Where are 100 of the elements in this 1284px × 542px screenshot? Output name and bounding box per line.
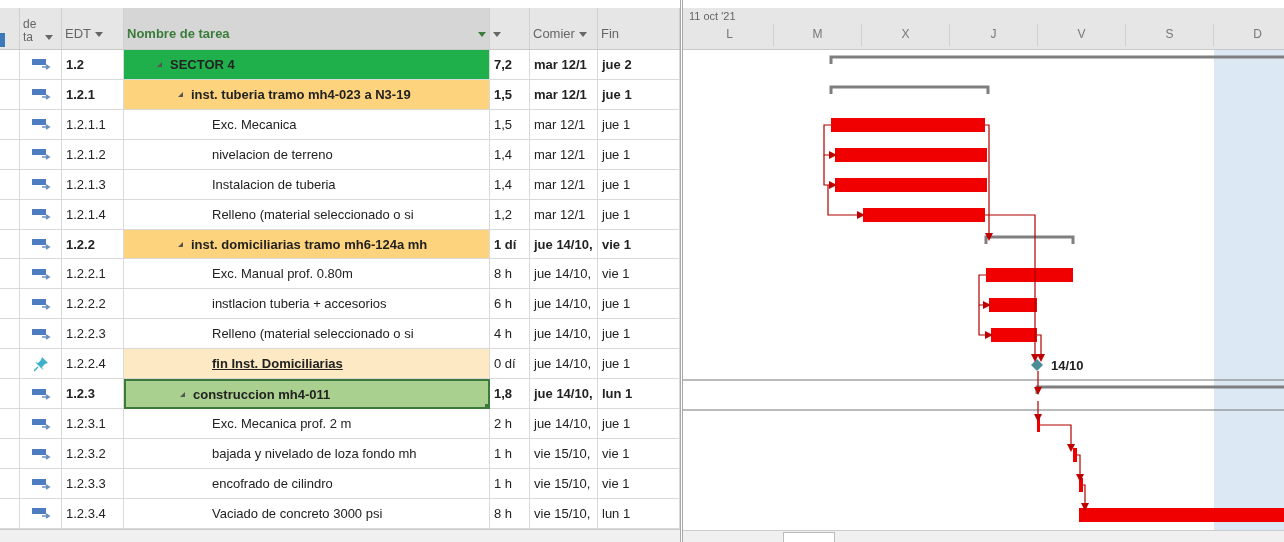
wbs-cell: 1.2.2.2 (62, 289, 124, 320)
column-header[interactable]: Fin (598, 8, 680, 49)
timescale-day: V (1038, 24, 1126, 46)
task-name: encofrado de cilindro (212, 476, 333, 491)
timescale-day: J (950, 24, 1038, 46)
task-name-cell[interactable]: Exc. Manual prof. 0.80m (124, 259, 490, 290)
link-arrow (823, 124, 837, 159)
link-arrow (1034, 400, 1042, 422)
task-name-cell[interactable]: SECTOR 4 (124, 49, 490, 80)
timescale-week: 11 oct '21 (688, 9, 737, 24)
task-name-cell[interactable]: Vaciado de concreto 3000 psi (124, 499, 490, 529)
duration-cell: 1 h (490, 439, 530, 470)
task-name-cell[interactable]: instlacion tuberia + accesorios (124, 289, 490, 320)
duration-cell: 8 h (490, 259, 530, 290)
task-name-cell[interactable]: inst. tuberia tramo mh4-023 a N3-19 (124, 79, 490, 110)
task-bar[interactable] (863, 208, 985, 222)
task-bar[interactable] (986, 268, 1073, 282)
task-bar[interactable] (1079, 478, 1083, 492)
task-name: fin Inst. Domiciliarias (212, 356, 343, 372)
dropdown-arrow-icon[interactable] (493, 31, 501, 37)
info-icon (0, 32, 5, 47)
task-name-cell[interactable]: Relleno (material seleccionado o si (124, 199, 490, 230)
task-name-cell[interactable]: encofrado de cilindro (124, 469, 490, 499)
start-cell: jue 14/10, (530, 319, 598, 350)
finish-cell: vie 1 (598, 439, 680, 470)
start-cell: mar 12/1 (530, 49, 598, 80)
task-bar[interactable] (1073, 448, 1077, 462)
duration-cell: 8 h (490, 499, 530, 529)
timescale-day: L (686, 24, 774, 46)
task-name: Instalacion de tuberia (212, 176, 336, 192)
task-bar[interactable] (989, 298, 1037, 312)
wbs-cell: 1.2.1.3 (62, 169, 124, 200)
wbs-cell: 1.2.2.3 (62, 319, 124, 350)
milestone-diamond[interactable] (1031, 359, 1043, 371)
task-name-cell[interactable]: Exc. Mecanica prof. 2 m (124, 409, 490, 440)
wbs-cell: 1.2.3.2 (62, 439, 124, 470)
duration-cell: 1,2 (490, 199, 530, 230)
horizontal-scrollbar[interactable] (683, 530, 1284, 542)
start-cell: vie 15/10, (530, 469, 598, 499)
task-name-cell[interactable]: construccion mh4-011 (124, 379, 490, 410)
task-name: instlacion tuberia + accesorios (212, 296, 387, 312)
task-name: Exc. Mecanica prof. 2 m (212, 416, 352, 432)
duration-cell: 4 h (490, 319, 530, 350)
summary-bar[interactable] (1035, 385, 1284, 394)
column-header[interactable]: Comier (530, 8, 598, 49)
wbs-cell: 1.2.1.1 (62, 109, 124, 140)
task-name-cell[interactable]: Instalacion de tuberia (124, 169, 490, 200)
summary-bar[interactable] (984, 235, 1075, 244)
duration-cell: 1,5 (490, 109, 530, 140)
task-bar[interactable] (835, 178, 987, 192)
task-bar[interactable] (1037, 418, 1040, 432)
start-cell: jue 14/10, (530, 379, 598, 410)
wbs-cell: 1.2.3.3 (62, 469, 124, 499)
task-name-cell[interactable]: nivelacion de terreno (124, 139, 490, 170)
milestone-date: 14/10 (1051, 358, 1084, 373)
start-cell: jue 14/10, (530, 289, 598, 320)
timescale-day: S (1126, 24, 1214, 46)
finish-cell: jue 1 (598, 199, 680, 230)
timescale-day: X (862, 24, 950, 46)
task-name: Relleno (material seleccionado o si (212, 206, 414, 222)
task-bar[interactable] (991, 328, 1037, 342)
task-name-cell[interactable]: bajada y nivelado de loza fondo mh (124, 439, 490, 470)
start-cell: mar 12/1 (530, 139, 598, 170)
link-arrow (1039, 424, 1075, 452)
task-name-cell[interactable]: fin Inst. Domiciliarias (124, 349, 490, 380)
scrollbar-thumb[interactable] (783, 532, 835, 542)
dropdown-arrow-icon[interactable] (578, 31, 587, 37)
start-cell: vie 15/10, (530, 439, 598, 470)
wbs-cell: 1.2.3.1 (62, 409, 124, 440)
timescale-day: M (774, 24, 862, 46)
start-cell: jue 14/10, (530, 409, 598, 440)
duration-cell: 1,4 (490, 139, 530, 170)
start-cell: mar 12/1 (530, 109, 598, 140)
summary-bar[interactable] (829, 55, 1284, 64)
finish-cell: jue 1 (598, 319, 680, 350)
duration-cell: 1,5 (490, 79, 530, 110)
finish-cell: jue 1 (598, 169, 680, 200)
duration-cell: 1 h (490, 469, 530, 499)
task-bar[interactable] (831, 118, 985, 132)
start-cell: mar 12/1 (530, 169, 598, 200)
link-arrow (1034, 370, 1042, 395)
summary-bar[interactable] (829, 85, 990, 94)
dropdown-arrow-icon[interactable] (95, 31, 103, 37)
task-name-cell[interactable]: inst. domiciliarias tramo mh6-124a mh (124, 229, 490, 260)
duration-cell: 1,8 (490, 379, 530, 410)
wbs-cell: 1.2.2.1 (62, 259, 124, 290)
task-bar[interactable] (1079, 508, 1284, 522)
finish-cell: jue 1 (598, 79, 680, 110)
finish-cell: vie 1 (598, 259, 680, 290)
task-name-cell[interactable]: Exc. Mecanica (124, 109, 490, 140)
duration-cell: 0 dí (490, 349, 530, 380)
task-name: Exc. Mecanica (212, 116, 297, 132)
column-header[interactable]: de ta (20, 8, 62, 49)
finish-cell: lun 1 (598, 499, 680, 529)
dropdown-arrow-icon[interactable] (478, 31, 486, 37)
task-name: nivelacion de terreno (212, 146, 333, 162)
dropdown-arrow-icon[interactable] (45, 34, 53, 40)
duration-cell: 1,4 (490, 169, 530, 200)
task-bar[interactable] (835, 148, 987, 162)
duration-cell: 6 h (490, 289, 530, 320)
